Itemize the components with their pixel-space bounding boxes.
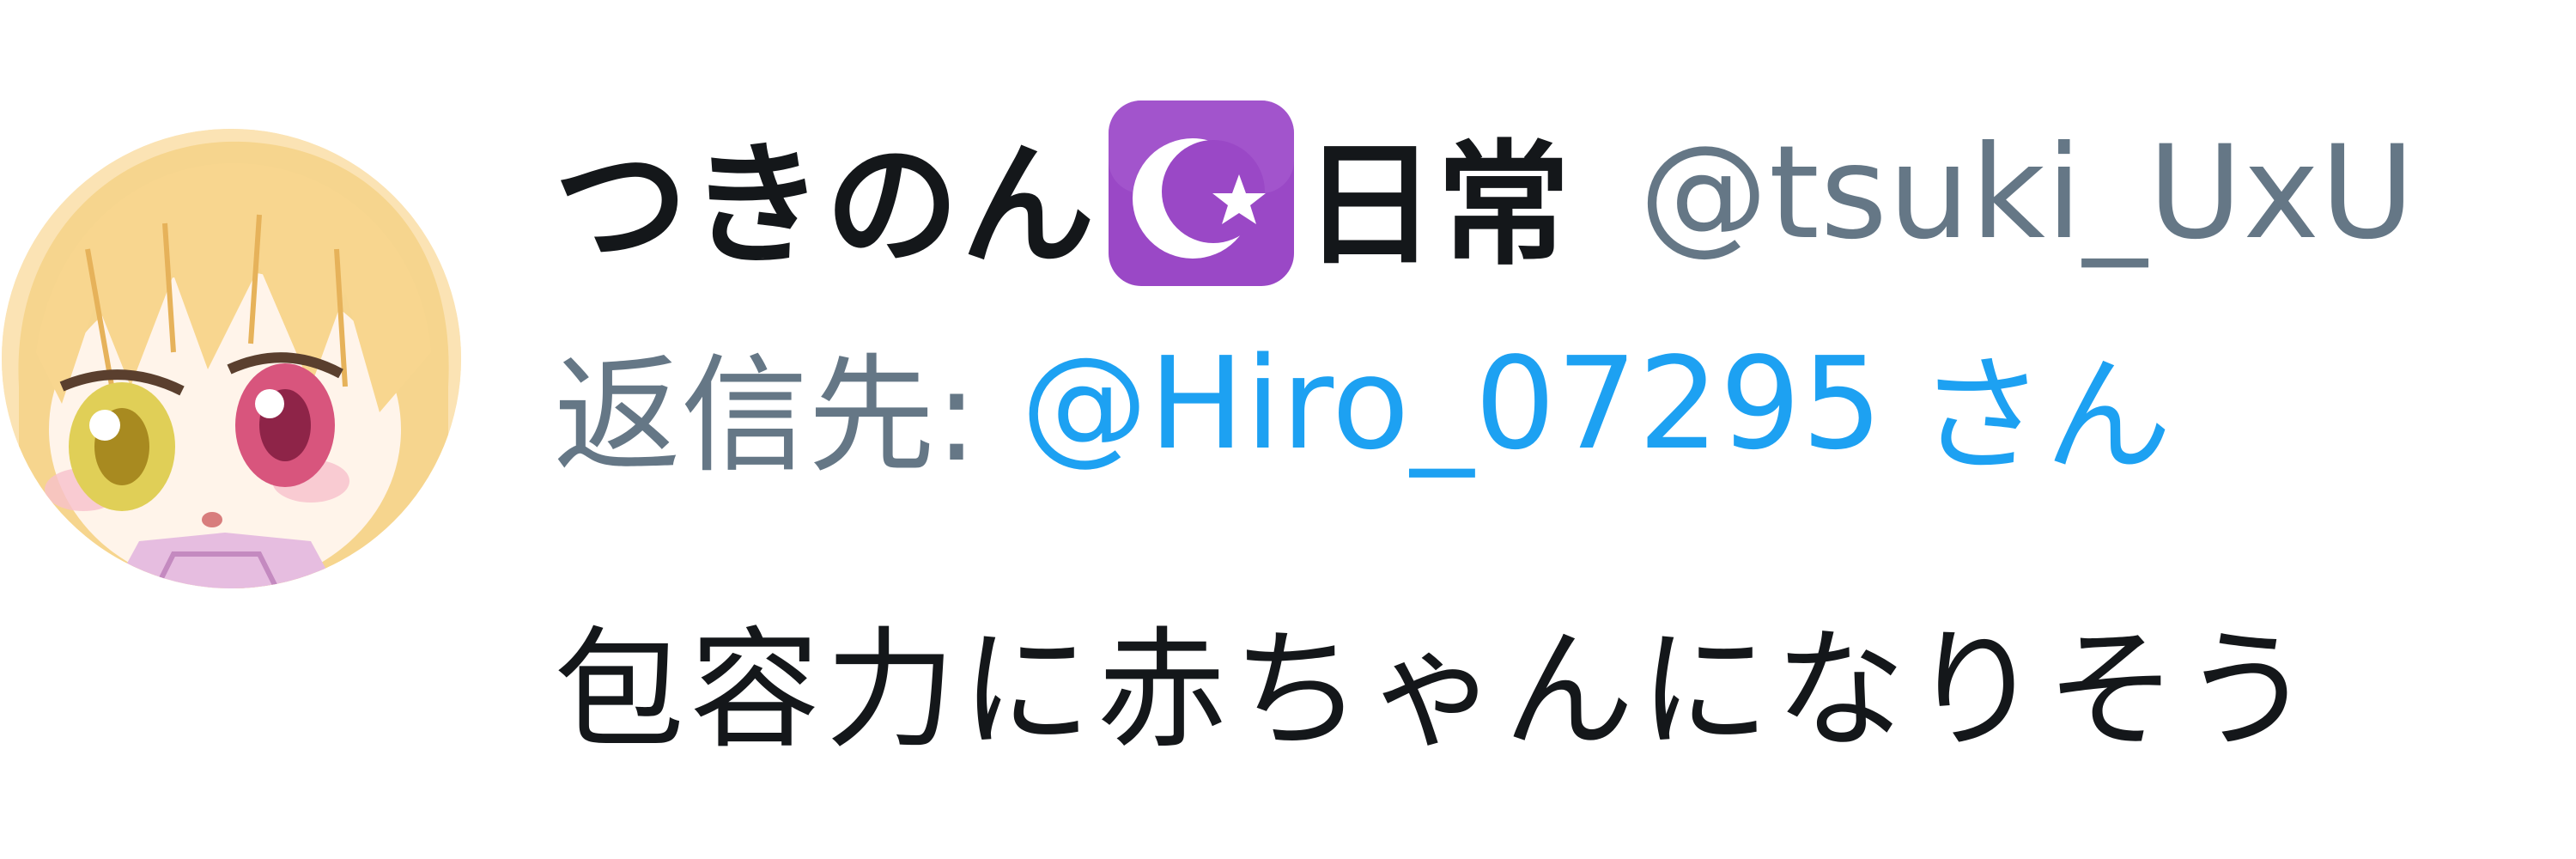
reply-honorific[interactable]: さん: [1917, 312, 2172, 497]
avatar[interactable]: [2, 129, 461, 588]
display-name[interactable]: つきのん: [554, 96, 1097, 290]
reply-context: 返信先: @Hiro_07295 さん: [554, 326, 2172, 490]
tweet-text: 包容力に赤ちゃんになりそう: [554, 614, 2318, 766]
tweet-header: つきのん 日常 @tsuki_UxU: [554, 86, 2415, 301]
tweet[interactable]: つきのん 日常 @tsuki_UxU 返信先: @Hiro_07295 さん 包…: [0, 0, 2576, 859]
avatar-illustration: [2, 129, 461, 588]
reply-mention-link[interactable]: @Hiro_07295: [1021, 330, 1883, 478]
star-and-crescent-icon: [1103, 95, 1299, 291]
user-handle[interactable]: @tsuki_UxU: [1639, 119, 2415, 268]
reply-label: 返信先:: [554, 341, 978, 490]
display-name-suffix[interactable]: 日常: [1303, 96, 1571, 290]
